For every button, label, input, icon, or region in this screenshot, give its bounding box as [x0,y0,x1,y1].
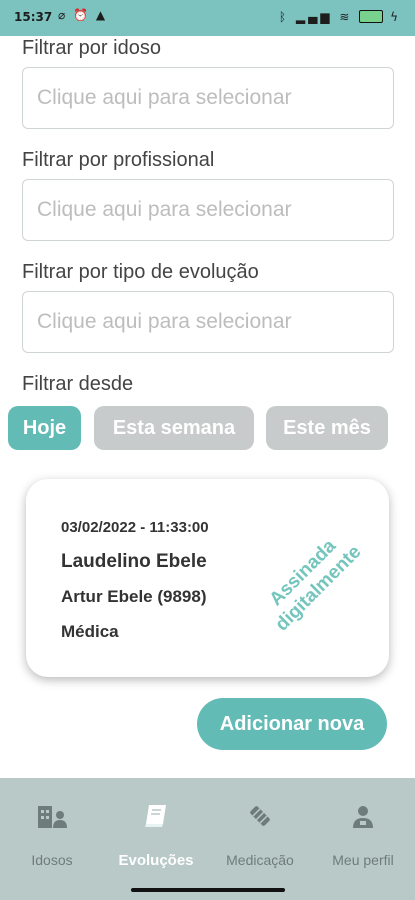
filter-evolution-type: Filtrar por tipo de evolução Clique aqui… [22,260,394,353]
filter-since-label: Filtrar desde [22,373,134,395]
filter-evolution-type-label: Filtrar por tipo de evolução [22,261,259,283]
bluetooth-icon: ᛒ [278,10,290,24]
nav-label-evolutions: Evoluções [118,852,194,869]
filter-professional: Filtrar por profissional Clique aqui par… [22,148,394,241]
filter-elderly-label: Filtrar por idoso [22,37,161,59]
nav-label-elderly: Idosos [31,852,73,868]
filter-elderly-select[interactable]: Clique aqui para selecionar [22,67,394,129]
digital-signature-stamp: Assinada digitalmente [246,516,376,646]
evolution-professional-name: Laudelino Ebele [61,551,207,572]
nav-label-medication: Medicação [226,852,294,868]
chip-this-month[interactable]: Este mês [266,406,388,450]
filter-evolution-type-select[interactable]: Clique aqui para selecionar [22,291,394,353]
status-bar: 15:37 ⌀ ⏰ ▲ ᛒ ▂▄▆ ≋ ϟ [0,0,415,36]
add-new-button[interactable]: Adicionar nova [197,698,387,750]
battery-icon [359,10,384,23]
alarm-icon: ⏰ [73,8,91,22]
evolution-card[interactable]: 03/02/2022 - 11:33:00 Laudelino Ebele Ar… [26,479,389,677]
chip-today[interactable]: Hoje [8,406,81,450]
filter-professional-label: Filtrar por profissional [22,149,215,171]
nav-item-elderly[interactable]: Idosos [0,778,104,878]
status-left-icons: ⌀ ⏰ ▲ [58,8,107,22]
evolution-type: Médica [61,622,119,641]
nav-label-profile: Meu perfil [332,852,394,868]
wifi-icon: ≋ [339,10,353,24]
filter-professional-select[interactable]: Clique aqui para selecionar [22,179,394,241]
nav-item-evolutions[interactable]: Evoluções [104,778,208,878]
charging-icon: ϟ [390,10,401,24]
bottom-nav: Idosos Evoluções Medicação Meu perfil [0,778,415,900]
chip-this-week[interactable]: Esta semana [94,406,254,450]
warning-icon: ▲ [95,8,108,22]
status-right-icons: ᛒ ▂▄▆ ≋ ϟ [279,8,401,24]
pill-icon [208,802,312,832]
home-indicator [131,888,285,892]
building-people-icon [0,802,104,832]
nav-item-medication[interactable]: Medicação [208,778,312,878]
evolution-patient: Artur Ebele (9898) [61,587,207,606]
user-profile-icon [311,802,415,832]
nav-item-profile[interactable]: Meu perfil [311,778,415,878]
notification-muted-icon: ⌀ [58,8,68,22]
filter-elderly: Filtrar por idoso Clique aqui para selec… [22,36,394,129]
evolution-datetime: 03/02/2022 - 11:33:00 [61,519,209,536]
signal-icon: ▂▄▆ [295,10,333,24]
status-time: 15:37 [14,10,53,24]
book-icon [104,802,208,832]
